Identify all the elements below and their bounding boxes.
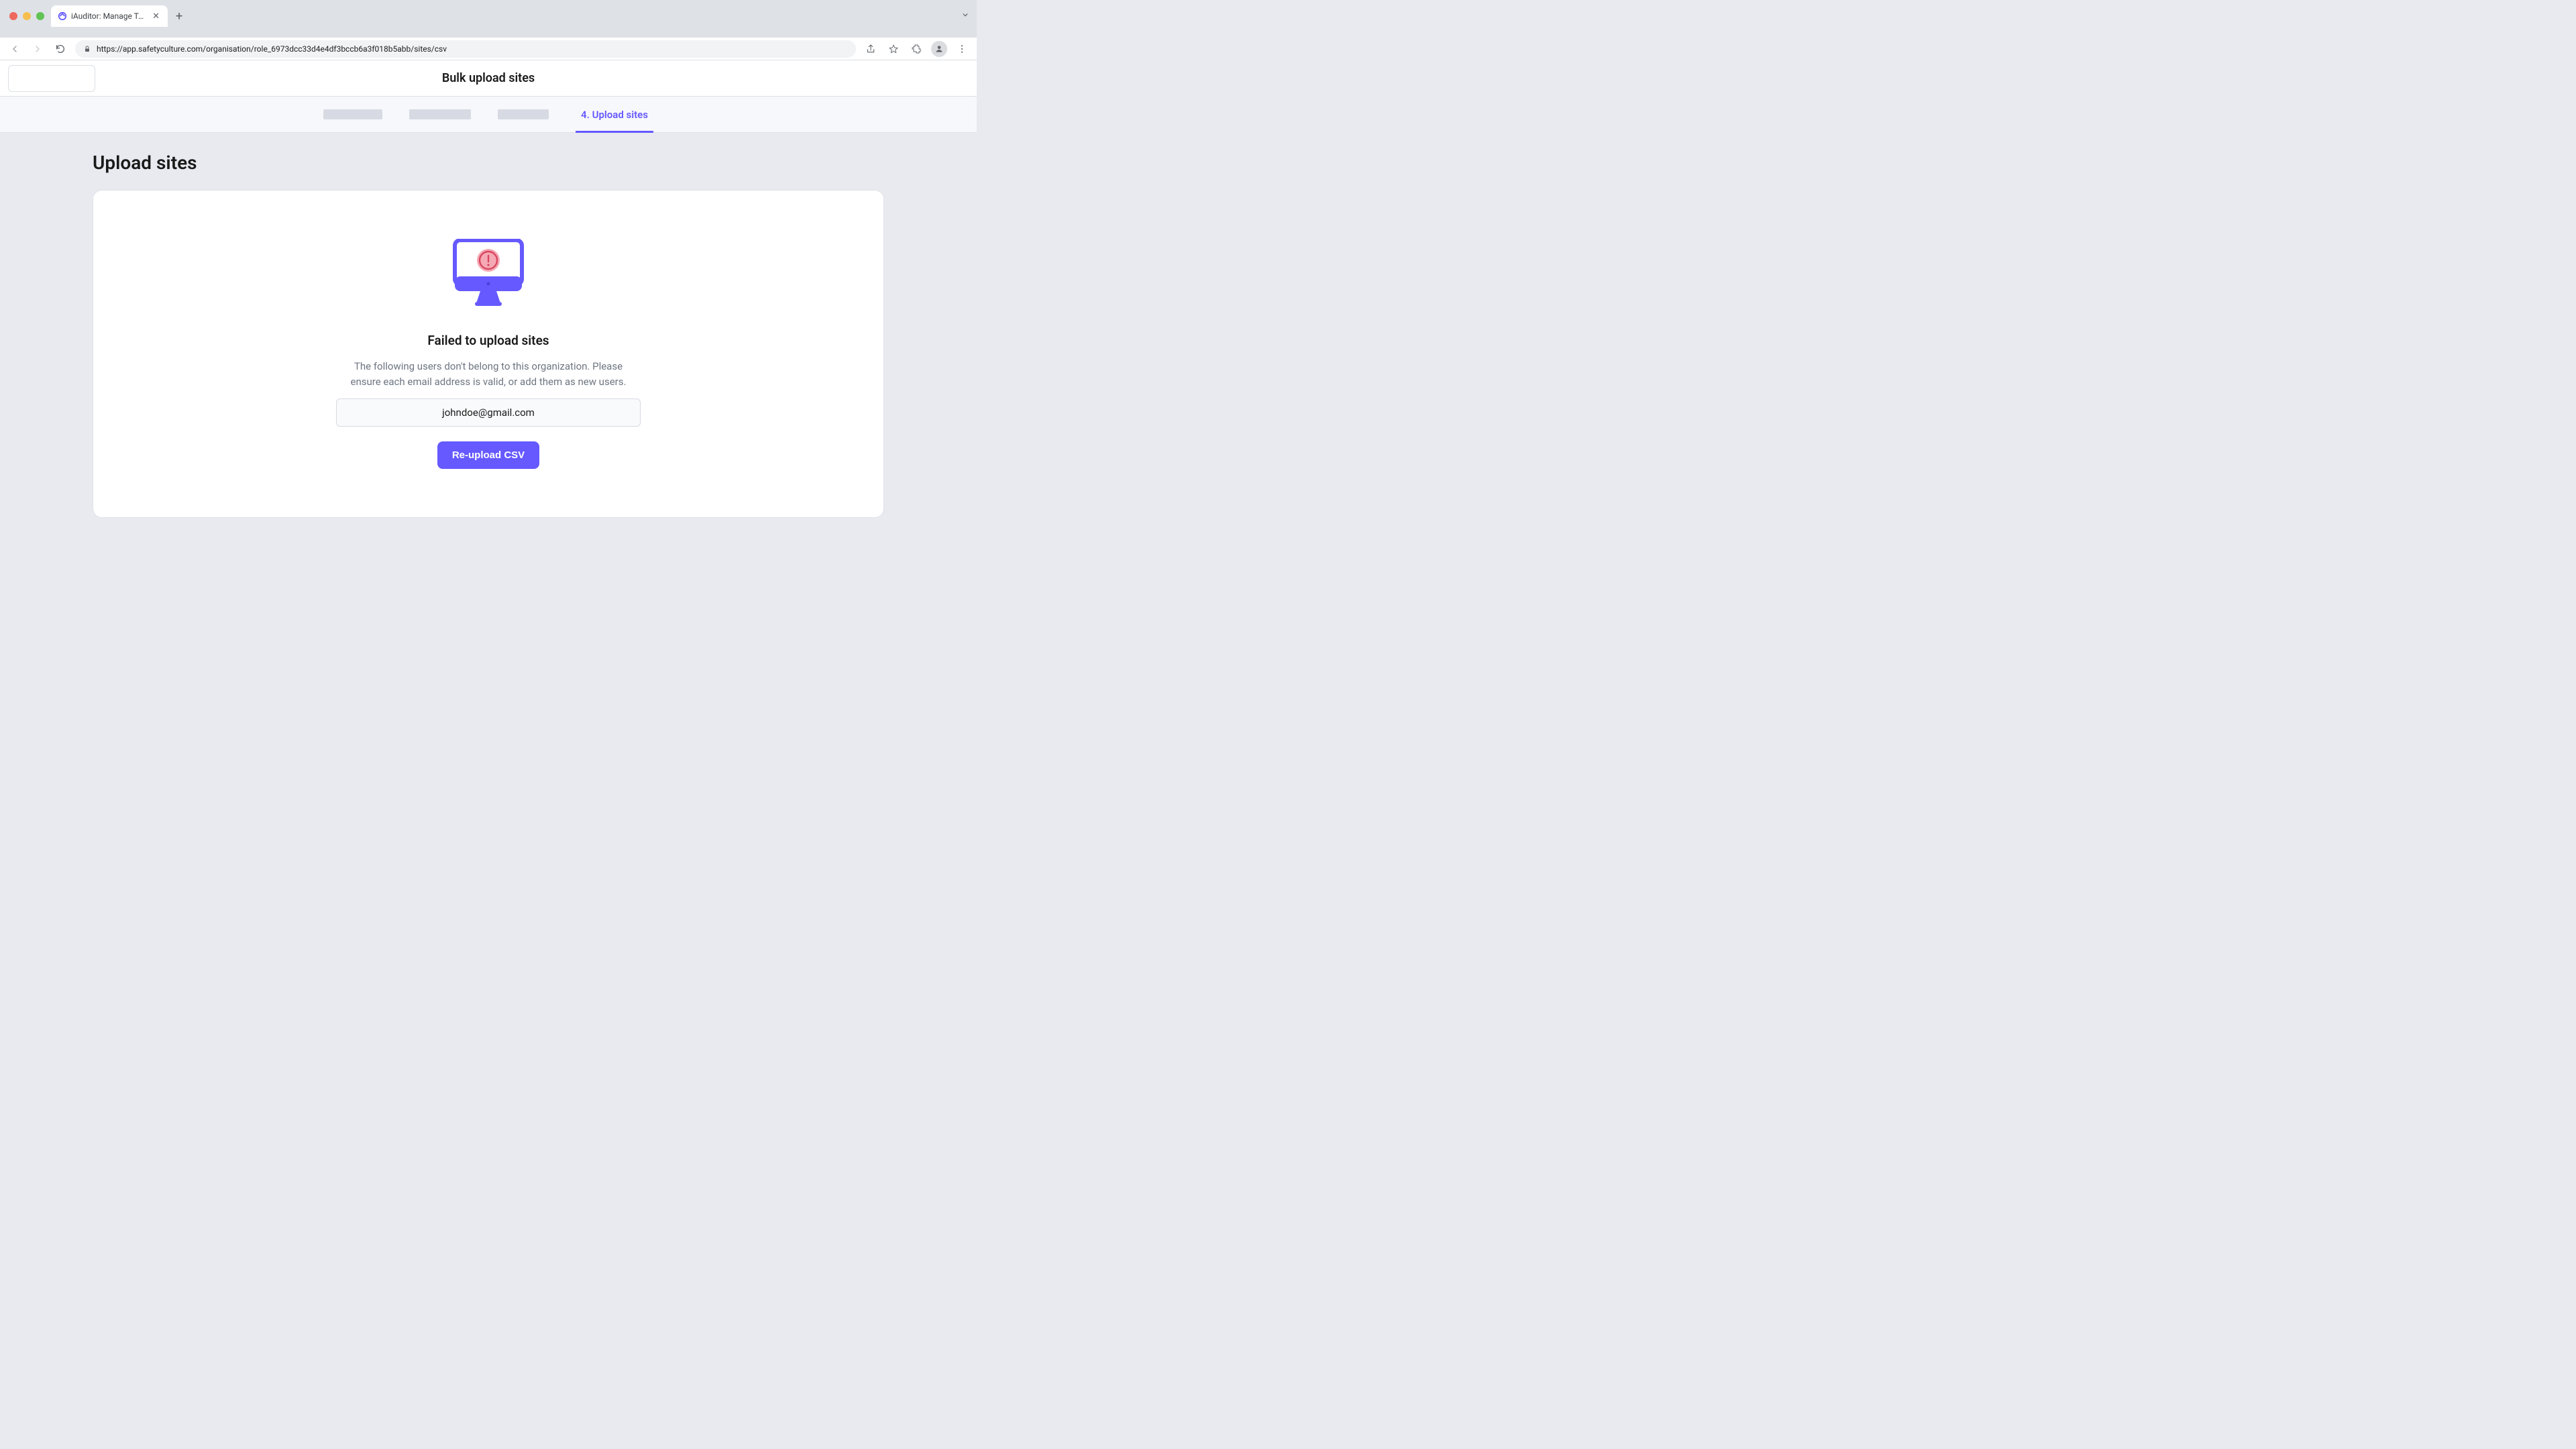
page-heading: Upload sites [93, 152, 884, 174]
step-active-label: 4. Upload sites [581, 109, 648, 121]
tab-strip: iAuditor: Manage Teams and In ✕ + [51, 5, 182, 27]
browser-tab[interactable]: iAuditor: Manage Teams and In ✕ [51, 5, 168, 27]
reload-icon[interactable] [52, 41, 68, 57]
extensions-icon[interactable] [908, 41, 924, 57]
favicon-icon [58, 11, 67, 21]
page-title: Bulk upload sites [442, 71, 535, 85]
stepper: 4. Upload sites [0, 97, 977, 133]
invalid-email-box: johndoe@gmail.com [336, 398, 641, 427]
error-description: The following users don't belong to this… [341, 359, 636, 389]
logo-placeholder [8, 65, 95, 92]
error-card: Failed to upload sites The following use… [93, 190, 884, 518]
step-4-upload-sites[interactable]: 4. Upload sites [576, 97, 653, 133]
error-monitor-icon [451, 239, 526, 306]
app-header: Bulk upload sites [0, 60, 977, 97]
window-close-icon[interactable] [9, 12, 17, 20]
url-text: https://app.safetyculture.com/organisati… [97, 44, 447, 54]
window-maximize-icon[interactable] [36, 12, 44, 20]
forward-icon[interactable] [30, 41, 46, 57]
tab-list-dropdown-icon[interactable] [961, 9, 970, 22]
browser-menu-icon[interactable] [954, 41, 970, 57]
browser-toolbar: https://app.safetyculture.com/organisati… [0, 38, 977, 60]
error-title: Failed to upload sites [427, 333, 549, 348]
profile-avatar-icon[interactable] [931, 41, 947, 57]
step-1-placeholder[interactable] [323, 109, 382, 119]
back-icon[interactable] [7, 41, 23, 57]
browser-chrome: iAuditor: Manage Teams and In ✕ + [0, 0, 977, 38]
window-traffic-lights [9, 12, 44, 20]
step-2-placeholder[interactable] [409, 109, 471, 119]
address-bar[interactable]: https://app.safetyculture.com/organisati… [75, 40, 856, 58]
step-3-placeholder[interactable] [498, 109, 549, 119]
reupload-csv-label: Re-upload CSV [452, 449, 525, 461]
reupload-csv-button[interactable]: Re-upload CSV [437, 441, 539, 469]
bookmark-icon[interactable] [885, 41, 902, 57]
lock-icon [83, 45, 91, 53]
window-minimize-icon[interactable] [23, 12, 31, 20]
page-body: Upload sites Failed to upload sites The … [0, 133, 977, 537]
new-tab-button[interactable]: + [176, 9, 182, 23]
tab-title: iAuditor: Manage Teams and In [71, 11, 147, 21]
share-icon[interactable] [863, 41, 879, 57]
tab-close-icon[interactable]: ✕ [151, 11, 161, 21]
invalid-email-value: johndoe@gmail.com [442, 407, 535, 419]
